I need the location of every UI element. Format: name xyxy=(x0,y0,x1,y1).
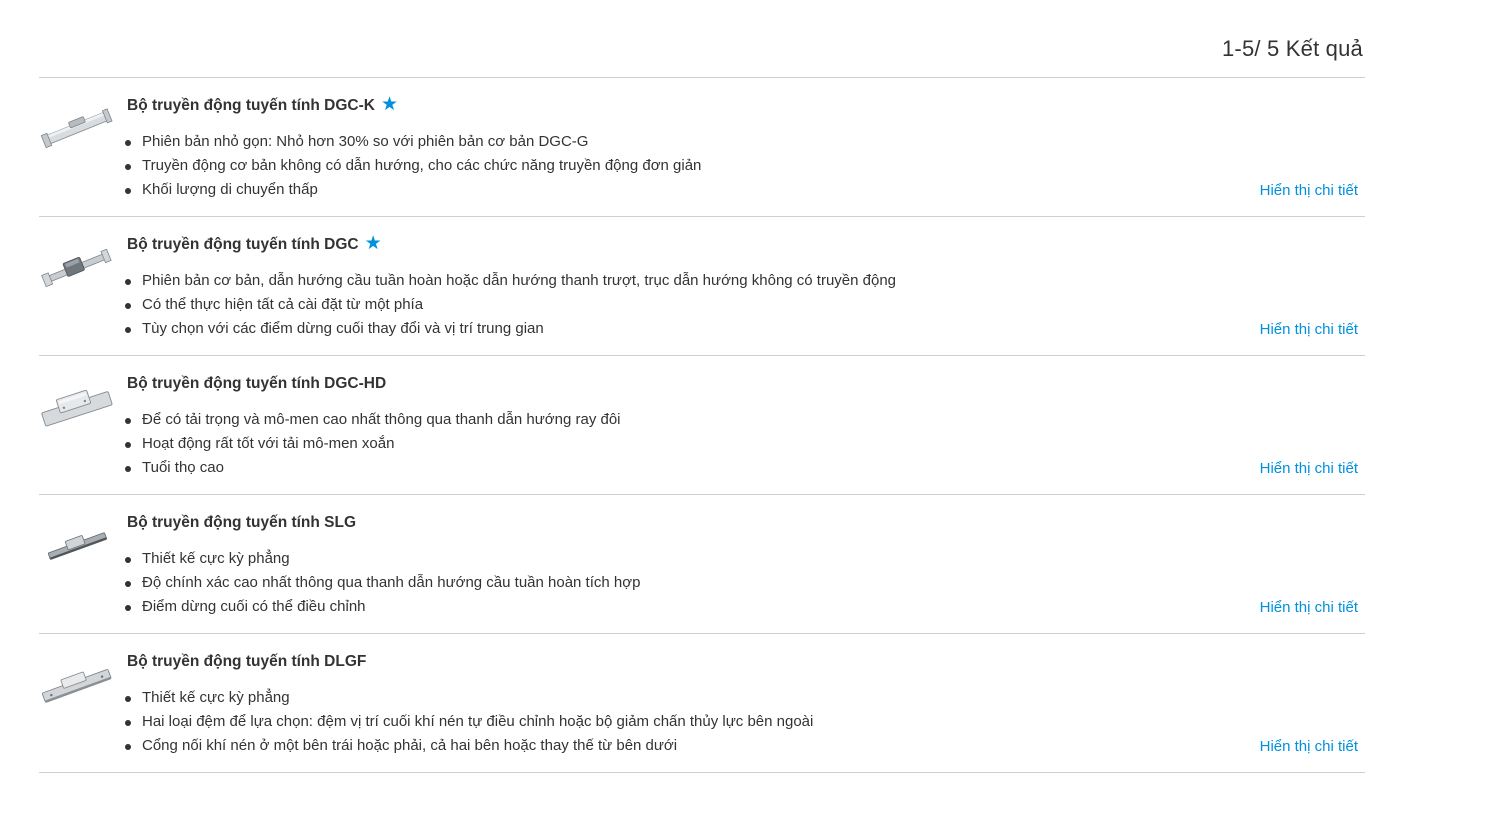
product-image-dgc[interactable] xyxy=(39,239,113,295)
linear-actuator-image xyxy=(40,108,113,149)
feature-item: Truyền động cơ bản không có dẫn hướng, c… xyxy=(125,154,701,178)
feature-item: Thiết kế cực kỳ phẳng xyxy=(125,686,813,710)
show-details-link[interactable]: Hiển thị chi tiết xyxy=(1260,182,1358,199)
product-title[interactable]: Bộ truyền động tuyến tính SLG xyxy=(127,513,356,533)
linear-actuator-image xyxy=(42,669,112,703)
show-details-link[interactable]: Hiển thị chi tiết xyxy=(1260,321,1358,338)
product-image-dlgf[interactable] xyxy=(39,656,113,712)
product-list: Bộ truyền động tuyến tính DGC-K ★ Phiên … xyxy=(39,78,1365,773)
product-row-dgc-hd: Bộ truyền động tuyến tính DGC-HD Để có t… xyxy=(39,356,1365,495)
show-details-link[interactable]: Hiển thị chi tiết xyxy=(1260,599,1358,616)
feature-item: Để có tải trọng và mô-men cao nhất thông… xyxy=(125,408,621,432)
feature-item: Hoạt động rất tốt với tải mô-men xoắn xyxy=(125,432,621,456)
star-icon: ★ xyxy=(380,94,399,115)
feature-item: Cổng nối khí nén ở một bên trái hoặc phả… xyxy=(125,734,813,758)
feature-item: Độ chính xác cao nhất thông qua thanh dẫ… xyxy=(125,571,640,595)
feature-item: Phiên bản cơ bản, dẫn hướng cầu tuần hoà… xyxy=(125,269,896,293)
product-title[interactable]: Bộ truyền động tuyến tính DLGF xyxy=(127,652,366,672)
feature-item: Phiên bản nhỏ gọn: Nhỏ hơn 30% so với ph… xyxy=(125,130,701,154)
product-row-dgc-k: Bộ truyền động tuyến tính DGC-K ★ Phiên … xyxy=(39,78,1365,217)
feature-list: Để có tải trọng và mô-men cao nhất thông… xyxy=(125,408,621,480)
feature-list: Phiên bản cơ bản, dẫn hướng cầu tuần hoà… xyxy=(125,269,896,341)
product-title[interactable]: Bộ truyền động tuyến tính DGC-K ★ xyxy=(127,94,399,116)
show-details-link[interactable]: Hiển thị chi tiết xyxy=(1260,738,1358,755)
feature-list: Thiết kế cực kỳ phẳng Độ chính xác cao n… xyxy=(125,547,640,619)
results-header: 1-5/ 5 Kết quả xyxy=(39,0,1365,78)
product-row-slg: Bộ truyền động tuyến tính SLG Thiết kế c… xyxy=(39,495,1365,634)
product-row-dgc: Bộ truyền động tuyến tính DGC ★ Phiên bả… xyxy=(39,217,1365,356)
feature-list: Thiết kế cực kỳ phẳng Hai loại đệm để lự… xyxy=(125,686,813,758)
feature-item: Điểm dừng cuối có thể điều chỉnh xyxy=(125,595,640,619)
product-row-dlgf: Bộ truyền động tuyến tính DLGF Thiết kế … xyxy=(39,634,1365,773)
feature-item: Có thể thực hiện tất cả cài đặt từ một p… xyxy=(125,293,896,317)
product-title-text[interactable]: Bộ truyền động tuyến tính DGC-HD xyxy=(127,374,386,394)
feature-item: Hai loại đệm để lựa chọn: đệm vị trí cuố… xyxy=(125,710,813,734)
feature-item: Khối lượng di chuyển thấp xyxy=(125,178,701,202)
product-title-text[interactable]: Bộ truyền động tuyến tính DGC xyxy=(127,235,359,255)
product-title-text[interactable]: Bộ truyền động tuyến tính SLG xyxy=(127,513,356,533)
results-count: 1-5/ 5 Kết quả xyxy=(1221,36,1363,61)
product-title-text[interactable]: Bộ truyền động tuyến tính DGC-K xyxy=(127,96,375,116)
product-image-slg[interactable] xyxy=(39,517,113,573)
feature-item: Thiết kế cực kỳ phẳng xyxy=(125,547,640,571)
product-title[interactable]: Bộ truyền động tuyến tính DGC-HD xyxy=(127,374,386,394)
product-title[interactable]: Bộ truyền động tuyến tính DGC ★ xyxy=(127,233,382,255)
feature-item: Tùy chọn với các điểm dừng cuối thay đổi… xyxy=(125,317,896,341)
linear-actuator-image xyxy=(41,389,113,427)
linear-actuator-image xyxy=(41,248,112,288)
product-image-dgc-hd[interactable] xyxy=(39,378,113,434)
star-icon: ★ xyxy=(364,233,382,254)
show-details-link[interactable]: Hiển thị chi tiết xyxy=(1260,460,1358,477)
product-title-text[interactable]: Bộ truyền động tuyến tính DLGF xyxy=(127,652,366,672)
feature-list: Phiên bản nhỏ gọn: Nhỏ hơn 30% so với ph… xyxy=(125,130,701,202)
linear-actuator-image xyxy=(47,532,107,560)
product-image-dgc-k[interactable] xyxy=(39,100,113,156)
feature-item: Tuổi thọ cao xyxy=(125,456,621,480)
